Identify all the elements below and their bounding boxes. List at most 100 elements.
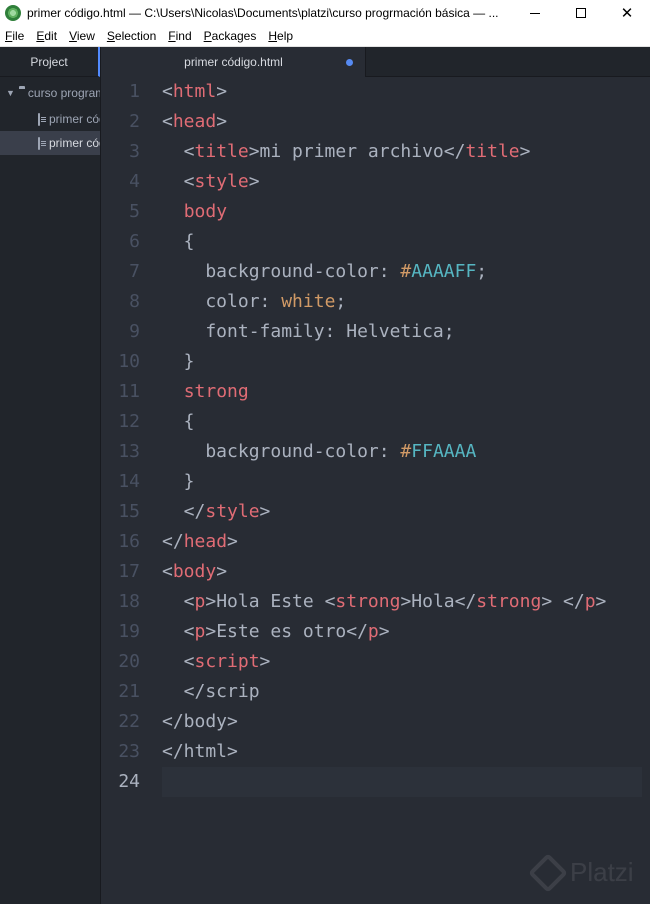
code-token: >Este es otro</ [205,621,368,642]
menu-mnemonic: S [106,29,115,43]
code-line[interactable]: 5 body [102,197,650,227]
code-token: </scrip [162,681,260,702]
code-token: background-color: [162,441,401,462]
modified-dot-icon[interactable] [346,59,353,66]
code-line[interactable]: 18 <p>Hola Este <strong>Hola</strong> </… [102,587,650,617]
minimize-button[interactable] [512,0,558,26]
menu-label: elp [277,29,294,43]
code-line[interactable]: 20 <script> [102,647,650,677]
code-token: white [281,291,336,312]
tree-file-item[interactable]: primer código.html [0,107,100,131]
menu-item-view[interactable]: View [64,29,98,43]
tree-view-panel: Project ▼ curso programación básica prim… [0,47,101,904]
menu-item-find[interactable]: Find [163,29,194,43]
tree-folder-label: curso programación básica [27,86,100,100]
code-token: ; [335,291,347,312]
code-line[interactable]: 9 font-family: Helvetica; [102,317,650,347]
code-text: </scrip [162,677,260,707]
code-line[interactable]: 2 <head> [102,107,650,137]
maximize-icon [576,8,586,18]
menu-item-edit[interactable]: Edit [31,29,60,43]
code-token: font-family: Helvetica; [162,321,455,342]
code-line[interactable]: 6 { [102,227,650,257]
tree-file-label: primer código.html [49,136,100,150]
menu-item-help[interactable]: Help [263,29,296,43]
code-text: background-color: #FFAAAA [162,437,476,467]
line-number: 4 [129,171,140,192]
line-number: 1 [129,81,140,102]
tree-file-item-selected[interactable]: primer código.html [0,131,100,155]
code-token: > [519,141,531,162]
code-line[interactable]: 13 background-color: #FFAAAA [102,437,650,467]
line-number: 17 [118,561,140,582]
menu-item-file[interactable]: File [0,29,27,43]
line-number: 6 [129,231,140,252]
code-token: < [162,81,173,102]
code-line[interactable]: 1 <html> [102,77,650,107]
line-number: 18 [118,591,140,612]
code-line[interactable]: 24 [102,767,650,797]
code-line[interactable]: 4 <style> [102,167,650,197]
code-line[interactable]: 11 strong [102,377,650,407]
file-text-icon [38,112,46,126]
line-number: 11 [118,381,140,402]
code-text: </body> [162,707,238,737]
code-line[interactable]: 16 </head> [102,527,650,557]
code-line[interactable]: 17 <body> [102,557,650,587]
code-line[interactable]: 7 background-color: #AAAAFF; [102,257,650,287]
code-token: p [194,621,206,642]
menu-item-packages[interactable]: Packages [199,29,260,43]
code-token: FFAAAA [411,441,477,462]
code-token: # [400,261,412,282]
code-token: >Hola Este < [205,591,336,612]
code-line[interactable]: 3 <title>mi primer archivo</title> [102,137,650,167]
code-text: <body> [162,557,227,587]
line-number: 2 [129,111,140,132]
code-token: >mi primer archivo</ [248,141,466,162]
tab-bar: primer código.html [102,47,650,77]
code-line[interactable]: 12 { [102,407,650,437]
code-line[interactable]: 14 } [102,467,650,497]
line-number: 19 [118,621,140,642]
code-token: title [465,141,520,162]
code-line[interactable]: 15 </style> [102,497,650,527]
code-token: head [172,111,217,132]
code-line[interactable]: 21 </scrip [102,677,650,707]
menu-mnemonic: F [168,29,176,43]
maximize-button[interactable] [558,0,604,26]
code-token: strong [183,381,249,402]
code-token: html [172,81,217,102]
code-token: script [194,651,260,672]
project-tab[interactable]: Project [0,47,100,77]
code-token: > [259,651,271,672]
code-token: < [162,171,195,192]
editor-tab[interactable]: primer código.html [102,47,366,77]
close-icon: ✕ [620,3,634,22]
code-line[interactable]: 8 color: white; [102,287,650,317]
line-number: 8 [129,291,140,312]
menu-bar: File Edit View Selection Find Packages Help [0,26,650,47]
atom-icon [5,5,21,21]
code-token: >Hola</ [400,591,477,612]
menu-item-selection[interactable]: Selection [102,29,159,43]
tree-folder-item[interactable]: ▼ curso programación básica [0,81,100,105]
code-line[interactable]: 22 </body> [102,707,650,737]
code-line[interactable]: 10 } [102,347,650,377]
line-number: 21 [118,681,140,702]
code-token: # [400,441,412,462]
code-token: < [162,111,173,132]
code-text: font-family: Helvetica; [162,317,455,347]
close-button[interactable]: ✕ [604,0,650,26]
code-line[interactable]: 23 </html> [102,737,650,767]
code-text: } [162,347,195,377]
line-number: 7 [129,261,140,282]
code-line[interactable]: 19 <p>Este es otro</p> [102,617,650,647]
platzi-logo-icon [528,852,568,893]
code-token: title [194,141,249,162]
platzi-watermark: Platzi [528,852,634,893]
code-token: < [162,141,195,162]
code-text: <script> [162,647,271,677]
code-editor[interactable]: 1 <html> 2 <head> 3 <title>mi primer archivo… [102,77,650,904]
